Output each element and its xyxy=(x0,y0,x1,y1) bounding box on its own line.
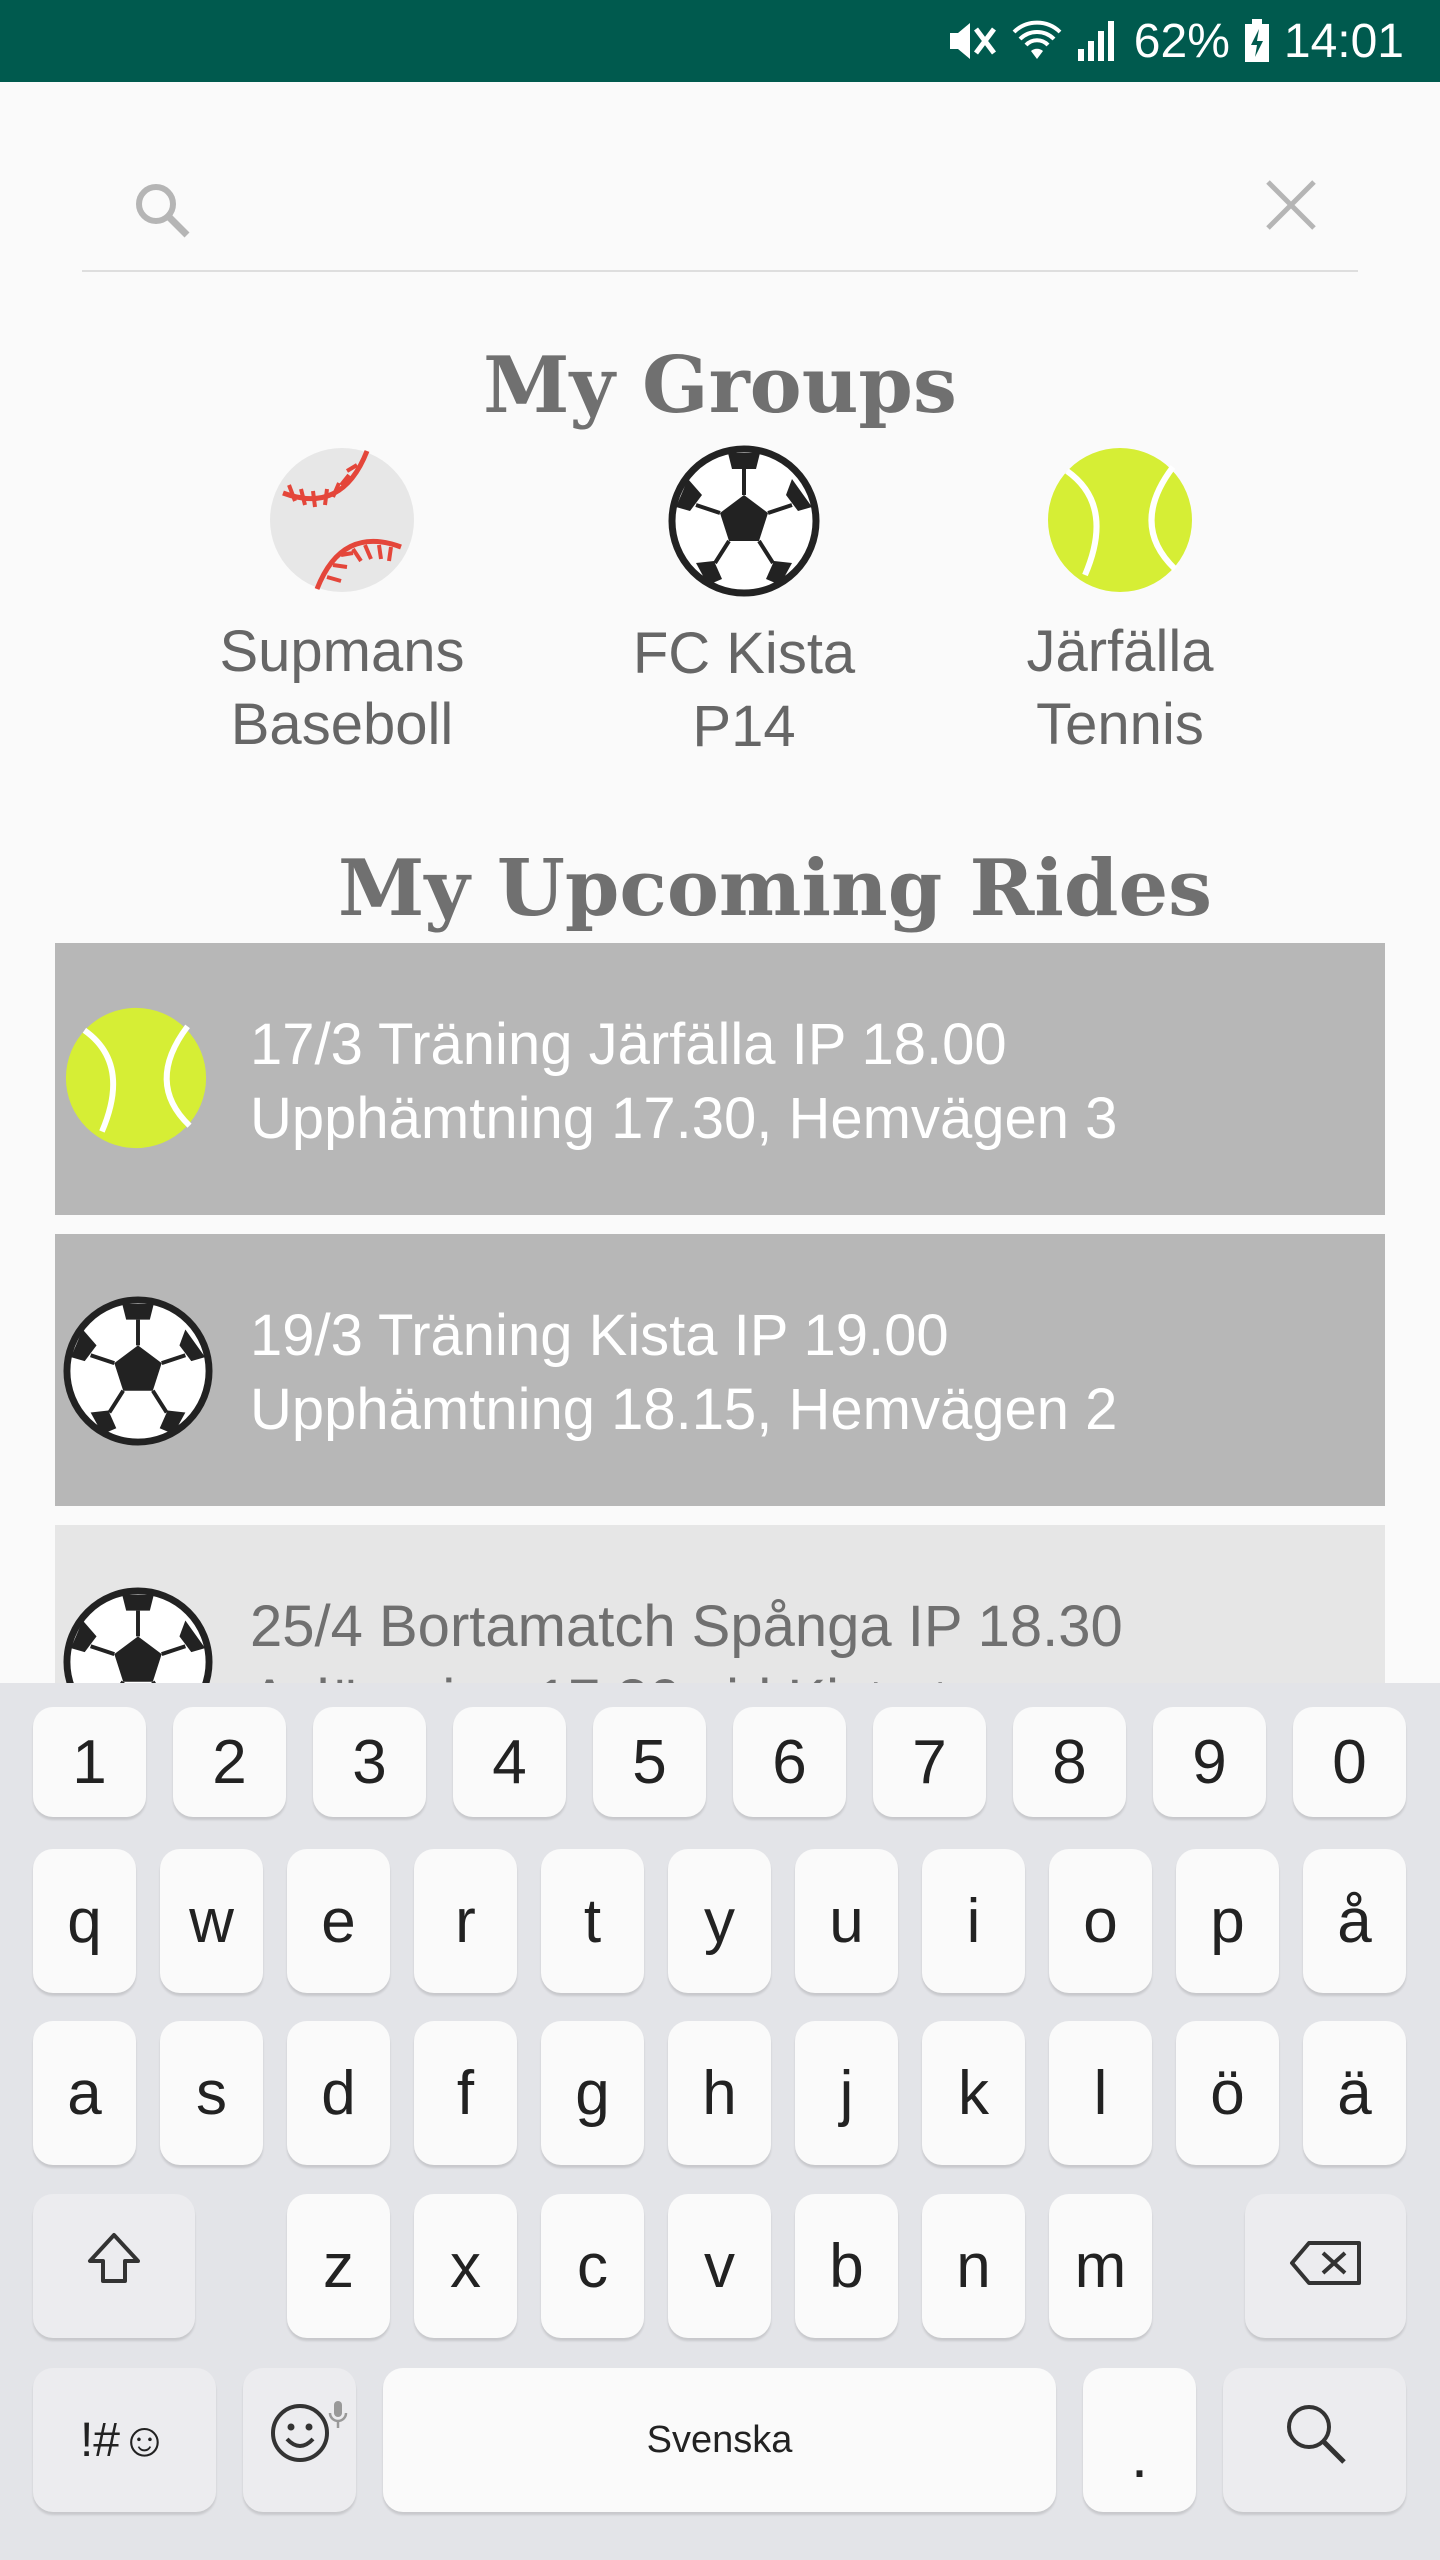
search-bar xyxy=(82,150,1358,272)
key-oe[interactable]: ö xyxy=(1176,2021,1279,2165)
ride-title: 25/4 Bortamatch Spånga IP 18.30 xyxy=(250,1594,1123,1659)
group-fc-kista-p14[interactable]: FC Kista P14 xyxy=(594,445,894,763)
key-5[interactable]: 5 xyxy=(593,1707,706,1817)
ride-card[interactable]: 19/3 Träning Kista IP 19.00 Upphämtning … xyxy=(55,1234,1385,1506)
key-o[interactable]: o xyxy=(1049,1849,1152,1993)
key-d[interactable]: d xyxy=(287,2021,390,2165)
key-8[interactable]: 8 xyxy=(1013,1707,1126,1817)
soccer-ball-icon xyxy=(63,1296,213,1451)
group-name: FC Kista P14 xyxy=(632,621,856,759)
shift-key[interactable] xyxy=(33,2194,195,2338)
key-a[interactable]: a xyxy=(33,2021,136,2165)
search-key[interactable] xyxy=(1223,2368,1406,2512)
search-input[interactable] xyxy=(202,170,1206,252)
group-jarfalla-tennis[interactable]: Järfälla Tennis xyxy=(970,445,1270,761)
wifi-icon xyxy=(1012,19,1062,63)
key-9[interactable]: 9 xyxy=(1153,1707,1266,1817)
key-3[interactable]: 3 xyxy=(313,1707,426,1817)
key-z[interactable]: z xyxy=(287,2194,390,2338)
search-icon xyxy=(132,180,192,245)
key-j[interactable]: j xyxy=(795,2021,898,2165)
key-e[interactable]: e xyxy=(287,1849,390,1993)
tennis-ball-icon xyxy=(970,445,1270,595)
key-1[interactable]: 1 xyxy=(33,1707,146,1817)
key-y[interactable]: y xyxy=(668,1849,771,1993)
key-r[interactable]: r xyxy=(414,1849,517,1993)
my-groups-heading: My Groups xyxy=(483,340,957,431)
key-v[interactable]: v xyxy=(668,2194,771,2338)
symbols-key[interactable]: !#☺ xyxy=(33,2368,216,2512)
ride-pickup: Upphämtning 17.30, Hemvägen 3 xyxy=(250,1086,1118,1151)
space-key[interactable]: Svenska xyxy=(383,2368,1056,2512)
microphone-icon xyxy=(328,2374,348,2445)
key-s[interactable]: s xyxy=(160,2021,263,2165)
on-screen-keyboard: 1 2 3 4 5 6 7 8 9 0 q w e r t y u i o p … xyxy=(0,1683,1440,2560)
key-ae[interactable]: ä xyxy=(1303,2021,1406,2165)
mute-icon xyxy=(946,19,998,63)
key-7[interactable]: 7 xyxy=(873,1707,986,1817)
key-m[interactable]: m xyxy=(1049,2194,1152,2338)
key-6[interactable]: 6 xyxy=(733,1707,846,1817)
backspace-icon xyxy=(1289,2231,1363,2302)
group-name: Supmans Baseboll xyxy=(219,619,465,757)
group-name: Järfälla Tennis xyxy=(1026,619,1214,757)
key-aa[interactable]: å xyxy=(1303,1849,1406,1993)
key-w[interactable]: w xyxy=(160,1849,263,1993)
emoji-key[interactable] xyxy=(243,2368,356,2512)
key-0[interactable]: 0 xyxy=(1293,1707,1406,1817)
backspace-key[interactable] xyxy=(1245,2194,1406,2338)
ride-pickup: Upphämtning 18.15, Hemvägen 2 xyxy=(250,1377,1118,1442)
emoji-icon xyxy=(268,2401,332,2480)
key-p[interactable]: p xyxy=(1176,1849,1279,1993)
key-x[interactable]: x xyxy=(414,2194,517,2338)
search-icon xyxy=(1281,2399,1349,2482)
period-key[interactable]: . xyxy=(1083,2368,1196,2512)
key-f[interactable]: f xyxy=(414,2021,517,2165)
battery-percent: 62% xyxy=(1133,14,1230,68)
key-2[interactable]: 2 xyxy=(173,1707,286,1817)
baseball-icon xyxy=(192,445,492,595)
key-g[interactable]: g xyxy=(541,2021,644,2165)
tennis-ball-icon xyxy=(63,1005,209,1156)
ride-title: 17/3 Träning Järfälla IP 18.00 xyxy=(250,1012,1007,1077)
shift-icon xyxy=(84,2229,144,2304)
key-t[interactable]: t xyxy=(541,1849,644,1993)
key-4[interactable]: 4 xyxy=(453,1707,566,1817)
clock: 14:01 xyxy=(1283,14,1404,68)
key-l[interactable]: l xyxy=(1049,2021,1152,2165)
key-k[interactable]: k xyxy=(922,2021,1025,2165)
soccer-ball-icon xyxy=(594,445,894,597)
battery-icon xyxy=(1244,19,1270,63)
clear-search-icon[interactable] xyxy=(1264,178,1318,237)
key-h[interactable]: h xyxy=(668,2021,771,2165)
ride-card[interactable]: 17/3 Träning Järfälla IP 18.00 Upphämtni… xyxy=(55,943,1385,1215)
status-bar: 62% 14:01 xyxy=(0,0,1440,82)
key-n[interactable]: n xyxy=(922,2194,1025,2338)
key-u[interactable]: u xyxy=(795,1849,898,1993)
key-q[interactable]: q xyxy=(33,1849,136,1993)
group-supmans-baseboll[interactable]: Supmans Baseboll xyxy=(192,445,492,761)
key-c[interactable]: c xyxy=(541,2194,644,2338)
my-upcoming-rides-heading: My Upcoming Rides xyxy=(338,843,1212,934)
signal-icon xyxy=(1076,19,1120,63)
key-b[interactable]: b xyxy=(795,2194,898,2338)
ride-title: 19/3 Träning Kista IP 19.00 xyxy=(250,1303,949,1368)
key-i[interactable]: i xyxy=(922,1849,1025,1993)
